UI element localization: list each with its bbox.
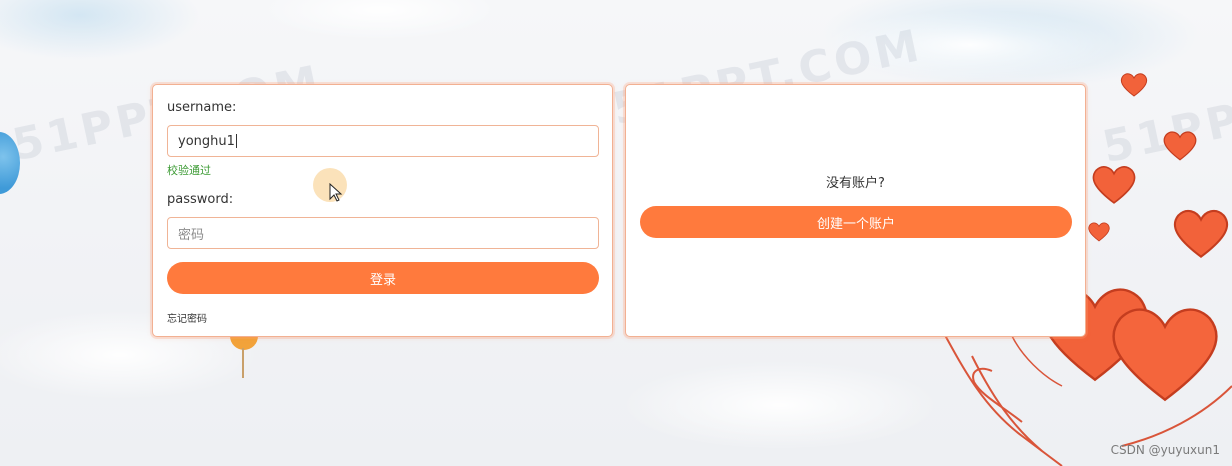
create-account-button[interactable]: 创建一个账户 [640,206,1072,238]
heart-icon [1092,166,1136,204]
no-account-prompt: 没有账户? [826,176,885,191]
login-card: username: yonghu1 校验通过 password: 密码 登录 忘… [152,84,613,337]
password-placeholder: 密码 [178,227,205,243]
balloon-blue [0,132,20,194]
register-card: 没有账户? 创建一个账户 [625,84,1086,337]
username-value: yonghu1 [178,133,235,149]
heart-icon [1120,73,1148,97]
heart-icon [1173,209,1229,258]
heart-icon [1088,222,1110,242]
cloud [260,0,500,40]
balloon-string [242,348,244,378]
login-button[interactable]: 登录 [167,262,599,294]
footer-watermark: CSDN @yuyuxun1 [1110,443,1220,457]
text-caret [235,134,237,148]
cloud [820,10,1120,80]
cloud [620,360,940,450]
username-input[interactable]: yonghu1 [167,125,599,157]
password-input[interactable]: 密码 [167,217,599,249]
heart-icon [1112,308,1218,402]
sky-wash [820,0,1200,90]
forgot-password-link[interactable]: 忘记密码 [167,310,207,325]
username-label: username: [167,100,237,115]
background-watermark: 51PPT.COM [1098,57,1232,174]
validation-message: 校验通过 [167,164,211,177]
mouse-cursor-icon [329,183,343,202]
password-label: password: [167,192,234,207]
heart-icon [1163,131,1197,161]
sky-wash [0,0,200,60]
